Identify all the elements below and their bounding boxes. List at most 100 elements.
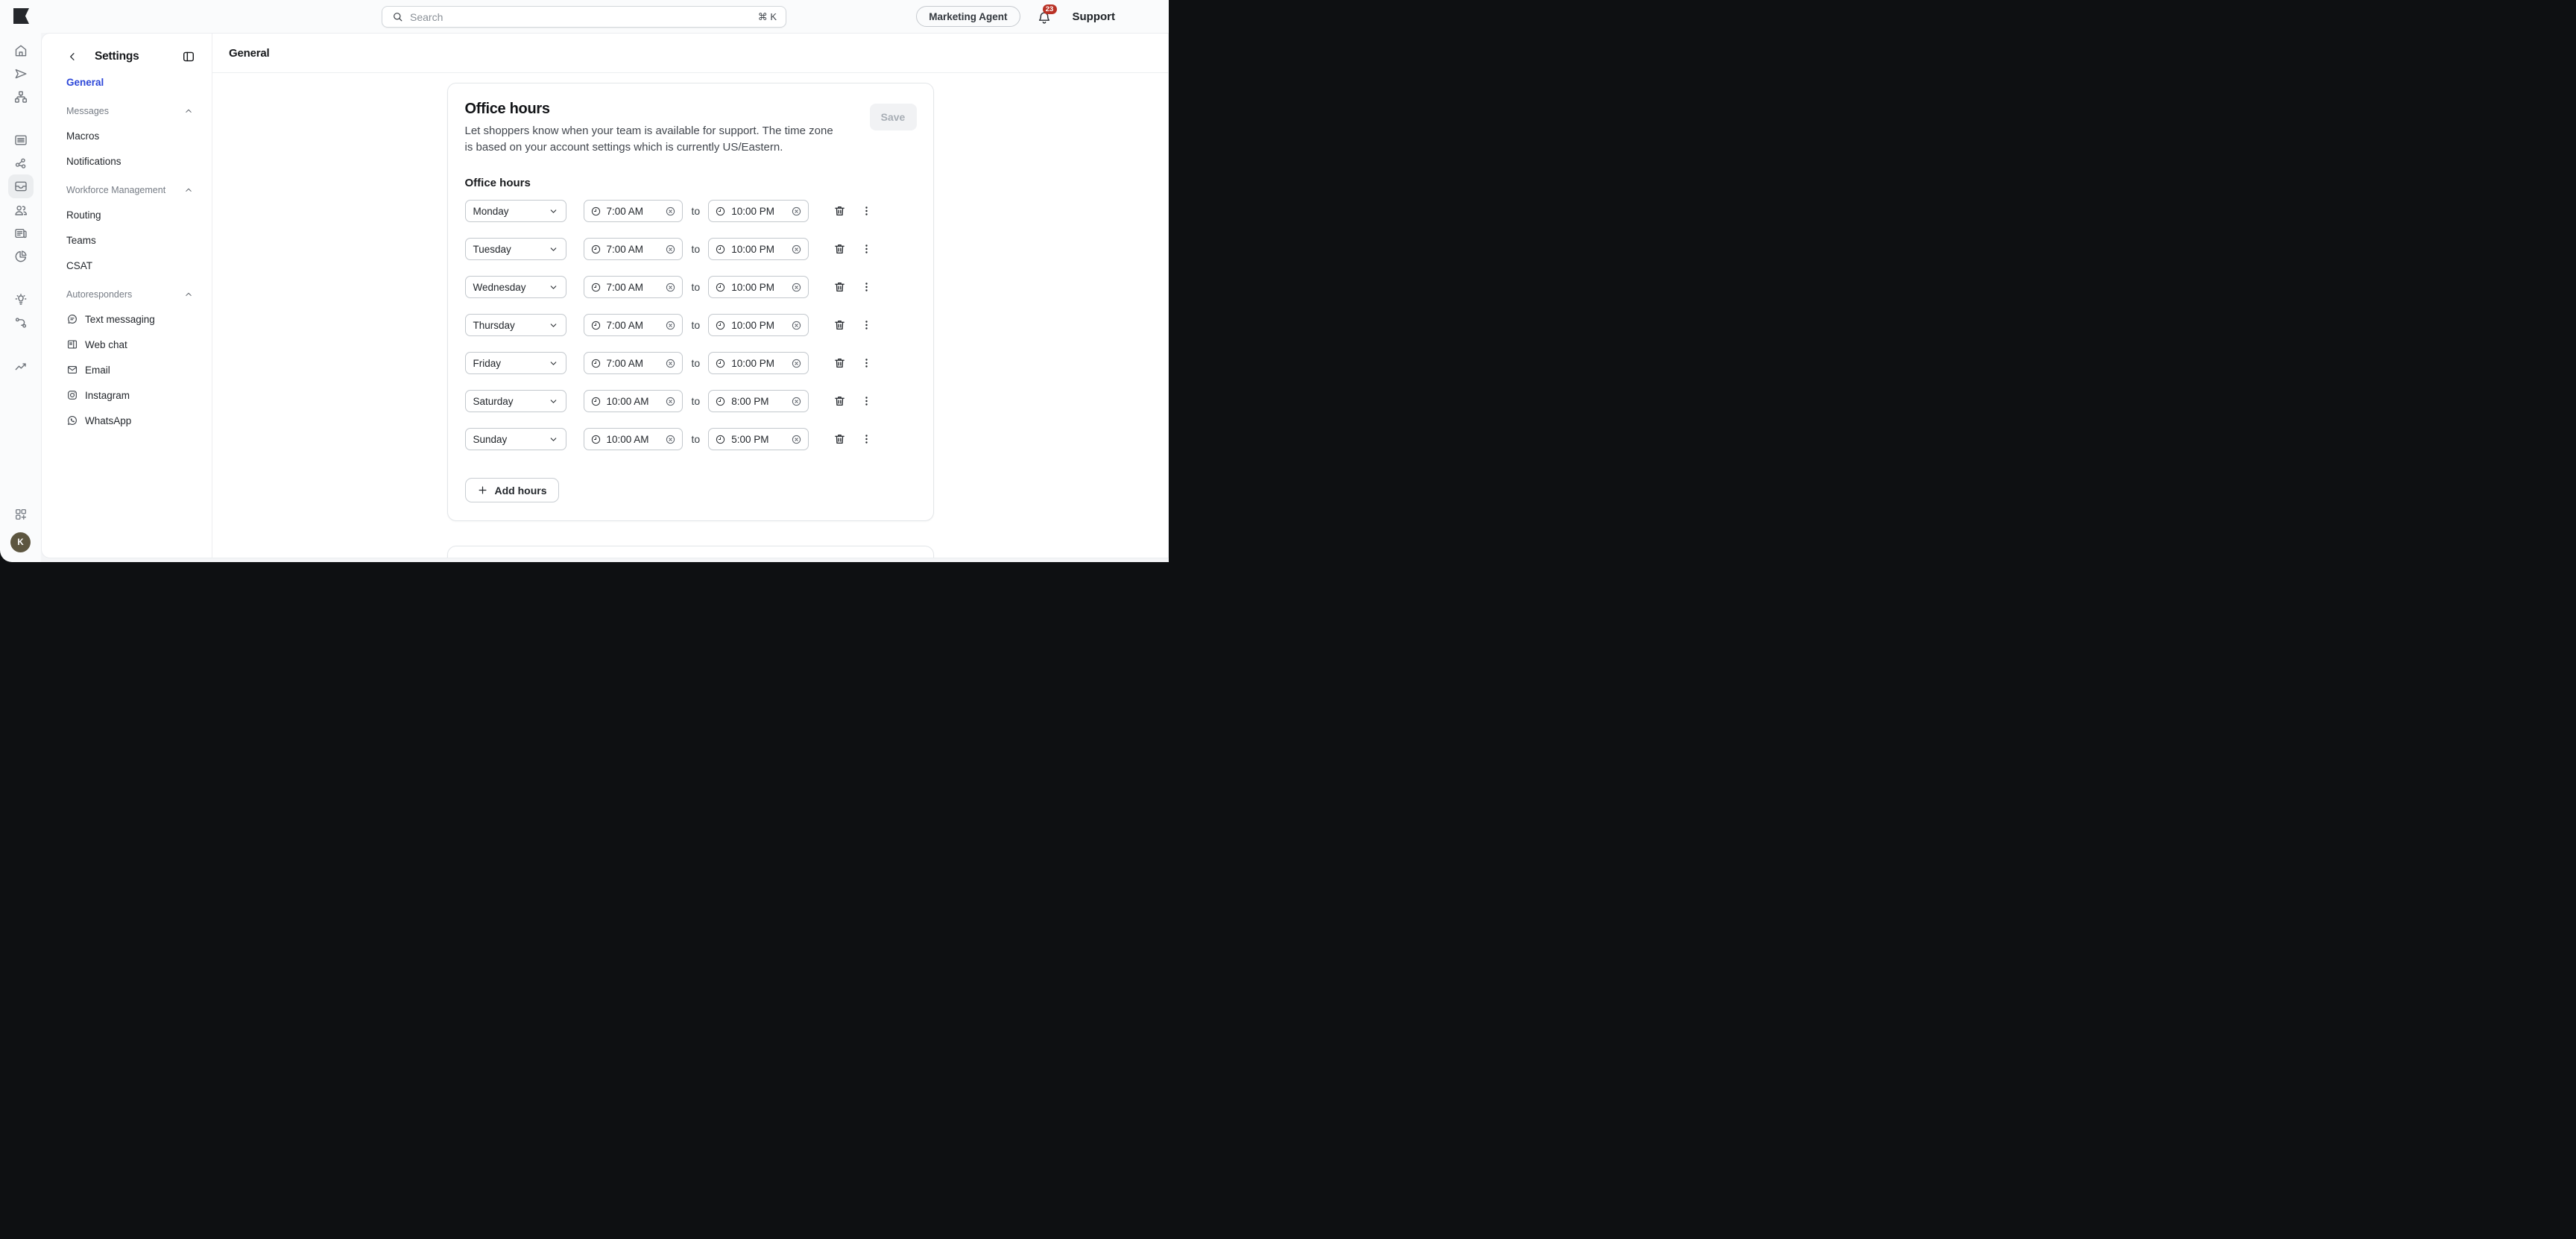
global-search[interactable]: ⌘ K [382,6,786,28]
clear-start-time-button[interactable] [665,206,676,217]
clear-end-time-button[interactable] [791,396,802,407]
clear-start-time-button[interactable] [665,320,676,331]
start-time-field[interactable]: 7:00 AM [584,352,683,374]
back-chevron-button[interactable] [66,50,79,63]
rail-apps-grid-icon[interactable] [8,505,34,523]
day-select[interactable]: Friday [465,352,566,374]
day-select[interactable]: Monday [465,200,566,222]
day-select[interactable]: Tuesday [465,238,566,260]
rail-integrations-share-icon[interactable] [8,151,34,174]
settings-nav-general[interactable]: General [66,75,194,89]
settings-nav-macros[interactable]: Macros [66,129,194,142]
settings-nav-teams[interactable]: Teams [66,233,194,247]
office-hours-row: Tuesday 7:00 AM to 10:00 PM [465,238,917,260]
rail-analytics-trend-icon[interactable] [8,354,34,377]
delete-row-button[interactable] [833,242,846,256]
end-time-field[interactable]: 10:00 PM [708,238,809,260]
app-icon-rail: K [0,33,41,562]
office-hours-row: Monday 7:00 AM to 10:00 PM [465,200,917,222]
rail-automation-route-icon[interactable] [8,311,34,334]
row-menu-button[interactable] [860,318,873,332]
delete-row-button[interactable] [833,394,846,408]
settings-nav-email[interactable]: Email [66,363,194,376]
clear-start-time-button[interactable] [665,244,676,255]
settings-section-messages[interactable]: Messages [66,104,194,118]
clock-icon [590,434,602,445]
rail-home-icon[interactable] [8,39,34,62]
marketing-agent-button[interactable]: Marketing Agent [916,6,1020,27]
chevron-down-icon [549,321,558,330]
add-hours-button[interactable]: Add hours [465,478,559,502]
notifications-bell-button[interactable]: 23 [1037,7,1053,26]
rail-news-icon[interactable] [8,221,34,245]
row-menu-button[interactable] [860,394,873,408]
day-select[interactable]: Sunday [465,428,566,450]
rail-inbox-icon[interactable] [8,174,34,198]
save-button[interactable]: Save [870,104,917,130]
delete-row-button[interactable] [833,280,846,294]
day-select-value: Sunday [473,434,549,445]
link-shortening-card: Link shortening [447,546,934,558]
rail-reports-pie-icon[interactable] [8,245,34,268]
delete-row-button[interactable] [833,432,846,446]
rail-forms-document-icon[interactable] [8,128,34,151]
clear-end-time-button[interactable] [791,320,802,331]
to-label: to [692,433,701,445]
delete-row-button[interactable] [833,356,846,370]
nav-item-label: Text messaging [85,314,155,325]
chevron-up-icon [183,106,194,116]
collapse-panel-icon[interactable] [182,50,195,63]
end-time-field[interactable]: 10:00 PM [708,200,809,222]
rail-insights-lightbulb-icon[interactable] [8,288,34,311]
day-select[interactable]: Thursday [465,314,566,336]
settings-nav-instagram[interactable]: Instagram [66,388,194,402]
row-menu-button[interactable] [860,356,873,370]
settings-nav-notifications[interactable]: Notifications [66,154,194,168]
rail-campaigns-send-icon[interactable] [8,62,34,85]
rail-flows-sitemap-icon[interactable] [8,85,34,108]
start-time-field[interactable]: 7:00 AM [584,314,683,336]
day-select[interactable]: Saturday [465,390,566,412]
chevron-down-icon [549,206,558,216]
end-time-field[interactable]: 5:00 PM [708,428,809,450]
end-time-field[interactable]: 8:00 PM [708,390,809,412]
topbar: ⌘ K Marketing Agent 23 Support [0,0,1169,33]
settings-nav-routing[interactable]: Routing [66,208,194,221]
settings-section-autoresponders[interactable]: Autoresponders [66,288,194,301]
delete-row-button[interactable] [833,204,846,218]
clear-end-time-button[interactable] [791,358,802,369]
search-input[interactable] [410,11,752,23]
support-link[interactable]: Support [1073,10,1116,23]
clear-start-time-button[interactable] [665,358,676,369]
clear-end-time-button[interactable] [791,206,802,217]
settings-nav-web-chat[interactable]: Web chat [66,338,194,351]
clear-end-time-button[interactable] [791,434,802,445]
end-time-field[interactable]: 10:00 PM [708,276,809,298]
end-time-field[interactable]: 10:00 PM [708,314,809,336]
row-menu-button[interactable] [860,432,873,446]
clear-start-time-button[interactable] [665,282,676,293]
row-menu-button[interactable] [860,280,873,294]
user-avatar[interactable]: K [10,532,31,552]
settings-nav-whatsapp[interactable]: WhatsApp [66,414,194,427]
start-time-field[interactable]: 7:00 AM [584,276,683,298]
clear-start-time-button[interactable] [665,434,676,445]
settings-scroll-area[interactable]: Office hours Let shoppers know when your… [212,73,1168,558]
clear-end-time-button[interactable] [791,282,802,293]
start-time-field[interactable]: 10:00 AM [584,428,683,450]
row-menu-button[interactable] [860,242,873,256]
clear-start-time-button[interactable] [665,396,676,407]
clock-icon [715,244,726,255]
end-time-field[interactable]: 10:00 PM [708,352,809,374]
row-menu-button[interactable] [860,204,873,218]
start-time-field[interactable]: 7:00 AM [584,238,683,260]
rail-customers-users-icon[interactable] [8,198,34,221]
settings-nav-text-messaging[interactable]: Text messaging [66,312,194,326]
start-time-field[interactable]: 10:00 AM [584,390,683,412]
clear-end-time-button[interactable] [791,244,802,255]
delete-row-button[interactable] [833,318,846,332]
settings-nav-csat[interactable]: CSAT [66,259,194,272]
day-select[interactable]: Wednesday [465,276,566,298]
settings-section-workforce[interactable]: Workforce Management [66,183,194,197]
start-time-field[interactable]: 7:00 AM [584,200,683,222]
